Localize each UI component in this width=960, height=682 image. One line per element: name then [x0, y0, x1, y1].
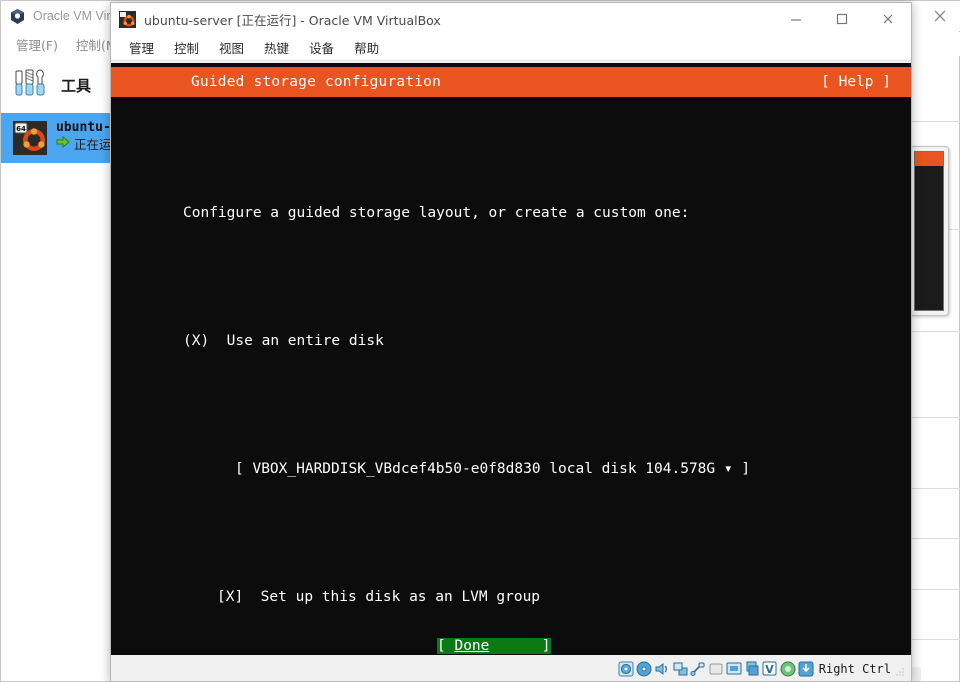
- details-divider: [906, 488, 960, 489]
- done-button[interactable]: [ Done ]: [111, 638, 911, 655]
- vm-menu-help[interactable]: 帮助: [344, 38, 389, 57]
- running-arrow-icon: [56, 136, 70, 154]
- done-open-bracket: [: [437, 638, 446, 654]
- manager-title-text: Oracle VM Vir: [33, 9, 111, 23]
- vm-menu-devices[interactable]: 设备: [299, 38, 344, 57]
- page-title: Guided storage configuration: [191, 74, 442, 90]
- vm-menu-view[interactable]: 视图: [209, 38, 254, 57]
- option-label-use-entire-disk: Use an entire disk: [226, 333, 384, 349]
- installer-buttons: [ Done ] [ Back ]: [111, 604, 911, 655]
- ubuntu-vm-icon: 64: [13, 121, 47, 155]
- checkbox-label-lvm-group: Set up this disk as an LVM group: [260, 589, 541, 605]
- keyboard-capture-icon[interactable]: [798, 661, 814, 677]
- virtualbox-logo-icon: [9, 8, 26, 25]
- disk-selector-value: VBOX_HARDDISK_VBdcef4b50-e0f8d830 local …: [252, 461, 716, 477]
- network-icon[interactable]: [672, 661, 688, 677]
- details-divider: [906, 331, 960, 332]
- close-icon[interactable]: [865, 3, 911, 35]
- vm-preview-screen: [914, 151, 944, 311]
- vm-menu-file[interactable]: 管理: [119, 38, 164, 57]
- guest-console: Guided storage configuration [ Help ] Co…: [111, 63, 911, 655]
- virtualization-icon[interactable]: V: [762, 661, 778, 677]
- display-icon[interactable]: [726, 661, 742, 677]
- svg-text:V: V: [765, 663, 774, 676]
- optical-disk-icon[interactable]: [636, 661, 652, 677]
- mouse-capture-icon[interactable]: [780, 661, 796, 677]
- vm-menu-machine[interactable]: 控制: [164, 38, 209, 57]
- host-key-label: Right Ctrl: [818, 662, 891, 676]
- vm-menu-input[interactable]: 热键: [254, 38, 299, 57]
- vm-statusbar: V Right Ctrl: [111, 657, 911, 681]
- vm-titlebar[interactable]: ubuntu-server [正在运行] - Oracle VM Virtual…: [111, 3, 911, 35]
- chevron-down-icon[interactable]: ▾: [724, 461, 733, 477]
- option-use-entire-disk[interactable]: (X) Use an entire disk: [111, 325, 911, 357]
- close-icon[interactable]: [929, 5, 951, 27]
- vm-menubar: 管理 控制 视图 热键 设备 帮助: [111, 35, 911, 61]
- svg-text:64: 64: [16, 125, 26, 133]
- disk-selector[interactable]: [ VBOX_HARDDISK_VBdcef4b50-e0f8d830 loca…: [111, 453, 911, 485]
- audio-icon[interactable]: [654, 661, 670, 677]
- details-divider: [906, 639, 960, 640]
- resize-grip-icon[interactable]: [895, 664, 905, 676]
- installer-header: Guided storage configuration [ Help ]: [111, 67, 911, 97]
- shared-folder-icon[interactable]: [708, 661, 724, 677]
- disk-selector-close-bracket: ]: [741, 461, 751, 477]
- tools-icon: [13, 67, 51, 104]
- installer-body: Configure a guided storage layout, or cr…: [111, 101, 911, 655]
- checkbox-marker-lvm-group[interactable]: [X]: [217, 589, 243, 605]
- minimize-icon[interactable]: [773, 3, 819, 35]
- vm-window: ubuntu-server [正在运行] - Oracle VM Virtual…: [110, 2, 912, 682]
- manager-vm-state: 正在运: [74, 137, 112, 153]
- done-label: Done: [454, 638, 490, 654]
- disk-selector-open-bracket: [: [235, 461, 244, 477]
- radio-marker-use-entire-disk[interactable]: (X): [183, 333, 209, 349]
- details-divider: [906, 589, 960, 590]
- manager-menu-file[interactable]: 管理(F): [7, 35, 67, 54]
- details-divider: [906, 417, 960, 418]
- vm-title-text: ubuntu-server [正在运行] - Oracle VM Virtual…: [144, 12, 441, 28]
- hard-disk-icon[interactable]: [618, 661, 634, 677]
- vm-preview-header-bar: [915, 152, 943, 166]
- done-close-bracket: ]: [541, 638, 551, 654]
- details-divider: [906, 538, 960, 539]
- usb-icon[interactable]: [690, 661, 706, 677]
- recording-icon[interactable]: [744, 661, 760, 677]
- details-divider: [906, 121, 960, 122]
- vm-preview-thumbnail[interactable]: [909, 146, 949, 316]
- intro-text: Configure a guided storage layout, or cr…: [183, 205, 690, 221]
- help-button[interactable]: [ Help ]: [821, 74, 891, 90]
- virtualbox-vm-icon: [119, 10, 136, 28]
- manager-tools-label: 工具: [61, 76, 92, 95]
- maximize-icon[interactable]: [819, 3, 865, 35]
